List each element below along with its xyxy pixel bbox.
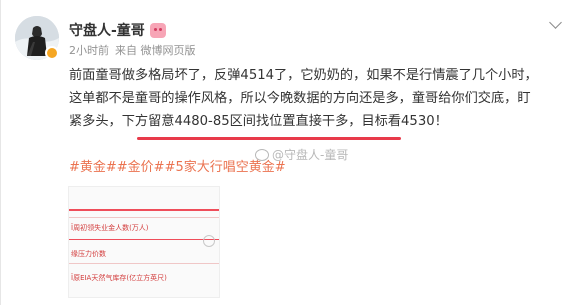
author-name[interactable]: 守盘人-童哥 [69, 20, 145, 40]
hashtags[interactable]: #黄金##金价##5家大行唱空黄金# [69, 156, 286, 175]
thumb-row-text: Ï周初领失业金人数(万人) [71, 224, 149, 232]
thumb-row-text: Ï原EIA天然气库存(亿立方英尺) [71, 274, 167, 282]
chevron-down-icon[interactable] [549, 16, 562, 29]
thumb-red-line [69, 239, 219, 240]
thumb-row-text: 缘压力价数 [71, 250, 106, 258]
post-image-thumbnail[interactable]: Ï周初领失业金人数(万人) 缘压力价数 Ï原EIA天然气库存(亿立方英尺) [68, 186, 220, 298]
post-time[interactable]: 2小时前 [69, 42, 109, 58]
vip-face-icon [149, 22, 166, 38]
post-source: 来自 微博网页版 [115, 44, 196, 57]
post-body-highlight: 下方留意4480-85区间找位置直接干多，目标看4530！ [121, 114, 448, 129]
thumb-separator [69, 217, 219, 218]
weibo-post-card: 守盘人-童哥 2小时前 来自 微博网页版 前面童哥做多格局坏了，反弹4514了，… [0, 0, 579, 305]
verified-badge-icon [45, 46, 59, 60]
post-meta: 2小时前 来自 微博网页版 [69, 42, 196, 58]
post-body: 前面童哥做多格局坏了，反弹4514了，它奶奶的，如果不是行情震了几个小时，这单都… [69, 64, 539, 133]
highlight-underline [137, 137, 401, 140]
loading-icon [203, 235, 215, 247]
thumb-separator [69, 263, 219, 264]
thumb-red-line [69, 209, 219, 211]
